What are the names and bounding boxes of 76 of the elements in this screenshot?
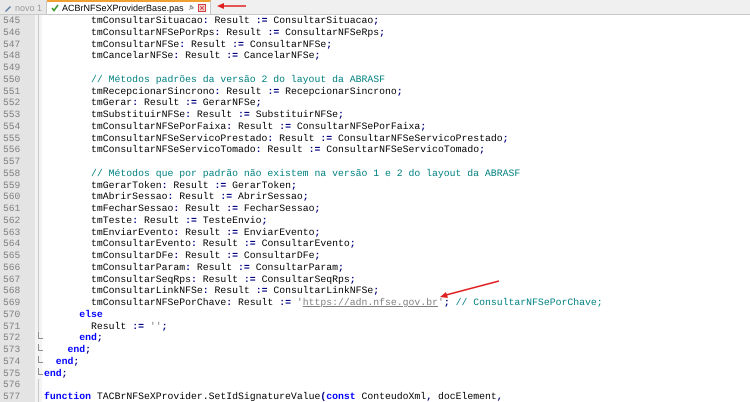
- line-number: 551: [0, 86, 35, 98]
- line-number: 553: [0, 109, 35, 121]
- line-number: 548: [0, 50, 35, 62]
- line-number: 545: [0, 15, 35, 27]
- line-number: 552: [0, 97, 35, 109]
- line-number: 558: [0, 168, 35, 180]
- line-number: 567: [0, 274, 35, 286]
- fold-end-marker: [38, 332, 43, 340]
- line-number: 561: [0, 203, 35, 215]
- line-number: 571: [0, 320, 35, 332]
- code-line: end;: [54, 356, 80, 368]
- line-number: 575: [0, 368, 35, 380]
- line-number: 570: [0, 308, 35, 320]
- line-number: 549: [0, 62, 35, 74]
- code-line: tmGerar: Result := GerarNFSe;: [90, 97, 262, 109]
- code-line: tmConsultarNFSePorFaixa: Result := ConsultarNFSePorFaixa;: [90, 120, 426, 132]
- annotation-arrow: [440, 280, 500, 298]
- line-number: 564: [0, 238, 35, 250]
- line-number: 577: [0, 391, 35, 402]
- line-number: 565: [0, 250, 35, 262]
- code-line: tmAbrirSessao: Result := AbrirSessao;: [90, 191, 309, 203]
- line-number: 573: [0, 344, 35, 356]
- line-number: 547: [0, 38, 35, 50]
- code-line: Result := '';: [90, 320, 168, 332]
- code-line: tmConsultarSituacao: Result := ConsultarSituacao;: [90, 15, 380, 27]
- fold-end-marker: [38, 344, 43, 351]
- line-number: 568: [0, 285, 35, 297]
- code-line: tmConsultarNFSeServicoTomado: Result := ConsultarNFSeServicoTomado;: [90, 144, 485, 156]
- code-line: tmConsultarNFSeServicoPrestado: Result := ConsultarNFSeServicoPrestado;: [90, 132, 508, 144]
- code-line: tmConsultarDFe: Result := ConsultarDFe;: [90, 250, 320, 262]
- code-line: else: [78, 308, 103, 320]
- code-line: tmCancelarNFSe: Result := CancelarNFSe;: [90, 50, 320, 62]
- pin-icon[interactable]: [186, 4, 195, 12]
- line-number: 554: [0, 120, 35, 132]
- code-line: end;: [66, 344, 92, 356]
- fold-end-marker: [38, 356, 43, 363]
- line-number: 569: [0, 297, 35, 309]
- line-number: 560: [0, 191, 35, 203]
- code-line: tmRecepcionarSincrono: Result := RecepcionarSincrono;: [90, 86, 403, 98]
- code-line: tmConsultarParam: Result := ConsultarParam;: [90, 262, 344, 274]
- editor-tab[interactable]: ACBrNFSeXProviderBase.pas: [47, 0, 211, 14]
- line-number: 556: [0, 144, 35, 156]
- url-link[interactable]: https://adn.nfse.gov.br: [302, 297, 438, 308]
- code-line: tmGerarToken: Result := GerarToken;: [90, 180, 297, 192]
- annotation-arrow: [216, 2, 247, 12]
- code-line: tmFecharSessao: Result := FecharSessao;: [90, 203, 320, 215]
- code-line: tmConsultarNFSePorRps: Result := ConsultarNFSeRps;: [90, 26, 386, 38]
- close-icon[interactable]: [198, 4, 206, 12]
- code-line: end;: [43, 368, 68, 380]
- line-number: 574: [0, 356, 35, 368]
- code-line: tmConsultarSeqRps: Result := ConsultarSeqRps;: [90, 274, 356, 286]
- code-line: tmConsultarLinkNFSe: Result := ConsultarLinkNFSe;: [90, 285, 380, 297]
- line-number: 566: [0, 262, 35, 274]
- checkmark-icon: [51, 4, 60, 12]
- code-line: // Métodos padrões da versão 2 do layout da ABRASF: [90, 74, 385, 86]
- code-line: tmConsultarNFSe: Result := ConsultarNFSe;: [90, 38, 332, 50]
- line-number: 550: [0, 74, 35, 86]
- line-number: 576: [0, 379, 35, 391]
- line-number: 546: [0, 26, 35, 38]
- line-number: 572: [0, 332, 35, 344]
- code-line: tmConsultarEvento: Result := ConsultarEvento;: [90, 238, 356, 250]
- code-line: tmConsultarNFSePorChave: Result := 'https://adn.nfse.gov.br'; // ConsultarNFSePorChave;: [90, 297, 603, 309]
- code-line: // Métodos que por padrão não existem na versão 1 e 2 do layout da ABRASF: [90, 168, 520, 180]
- code-line: tmEnviarEvento: Result := EnviarEvento;: [90, 226, 320, 238]
- line-number: 555: [0, 132, 35, 144]
- code-line: function TACBrNFSeXProvider.SetIdSignatureValue(const ConteudoXml, docElement,: [43, 391, 503, 402]
- line-number: 562: [0, 214, 35, 226]
- code-line: tmSubstituirNFSe: Result := SubstituirNFSe;: [90, 109, 344, 121]
- line-number: 557: [0, 156, 35, 168]
- code-line: end;: [78, 332, 103, 344]
- fold-end-marker: [38, 368, 43, 374]
- editor-tab[interactable]: novo 1: [0, 0, 48, 14]
- line-number: 563: [0, 226, 35, 238]
- notepad-icon: [4, 4, 12, 12]
- line-number: 559: [0, 180, 35, 192]
- code-line: tmTeste: Result := TesteEnvio;: [90, 214, 268, 226]
